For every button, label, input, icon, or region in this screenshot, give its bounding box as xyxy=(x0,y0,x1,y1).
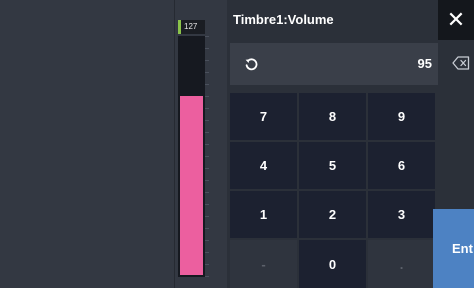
dialog-title: Timbre1:Volume xyxy=(233,12,334,27)
left-panel xyxy=(0,0,174,288)
key-2[interactable]: 2 xyxy=(299,191,366,238)
close-icon: ✕ xyxy=(446,7,466,32)
key-4[interactable]: 4 xyxy=(230,142,297,189)
key-minus: - xyxy=(230,240,297,288)
volume-meter: 127 xyxy=(174,0,227,288)
screen: 127 Timbre1:Volume ✕ 95 7 8 9 4 5 6 1 2 xyxy=(0,0,474,288)
key-decimal: . xyxy=(368,240,435,288)
backspace-icon[interactable] xyxy=(452,56,470,70)
key-8[interactable]: 8 xyxy=(299,93,366,140)
numeric-entry-dialog: Timbre1:Volume ✕ 95 7 8 9 4 5 6 1 2 3 - … xyxy=(227,0,474,288)
key-7[interactable]: 7 xyxy=(230,93,297,140)
meter-ticks xyxy=(205,36,209,277)
meter-max-label: 127 xyxy=(178,20,205,34)
key-0[interactable]: 0 xyxy=(299,240,366,288)
value-text: 95 xyxy=(417,56,432,71)
key-9[interactable]: 9 xyxy=(368,93,435,140)
meter-bar[interactable] xyxy=(178,36,205,277)
close-button[interactable]: ✕ xyxy=(438,0,474,40)
value-display: 95 xyxy=(230,43,438,85)
key-6[interactable]: 6 xyxy=(368,142,435,189)
meter-fill xyxy=(180,96,203,275)
enter-button[interactable]: Ent xyxy=(433,209,474,288)
key-3[interactable]: 3 xyxy=(368,191,435,238)
undo-icon[interactable] xyxy=(243,56,259,72)
key-1[interactable]: 1 xyxy=(230,191,297,238)
key-5[interactable]: 5 xyxy=(299,142,366,189)
